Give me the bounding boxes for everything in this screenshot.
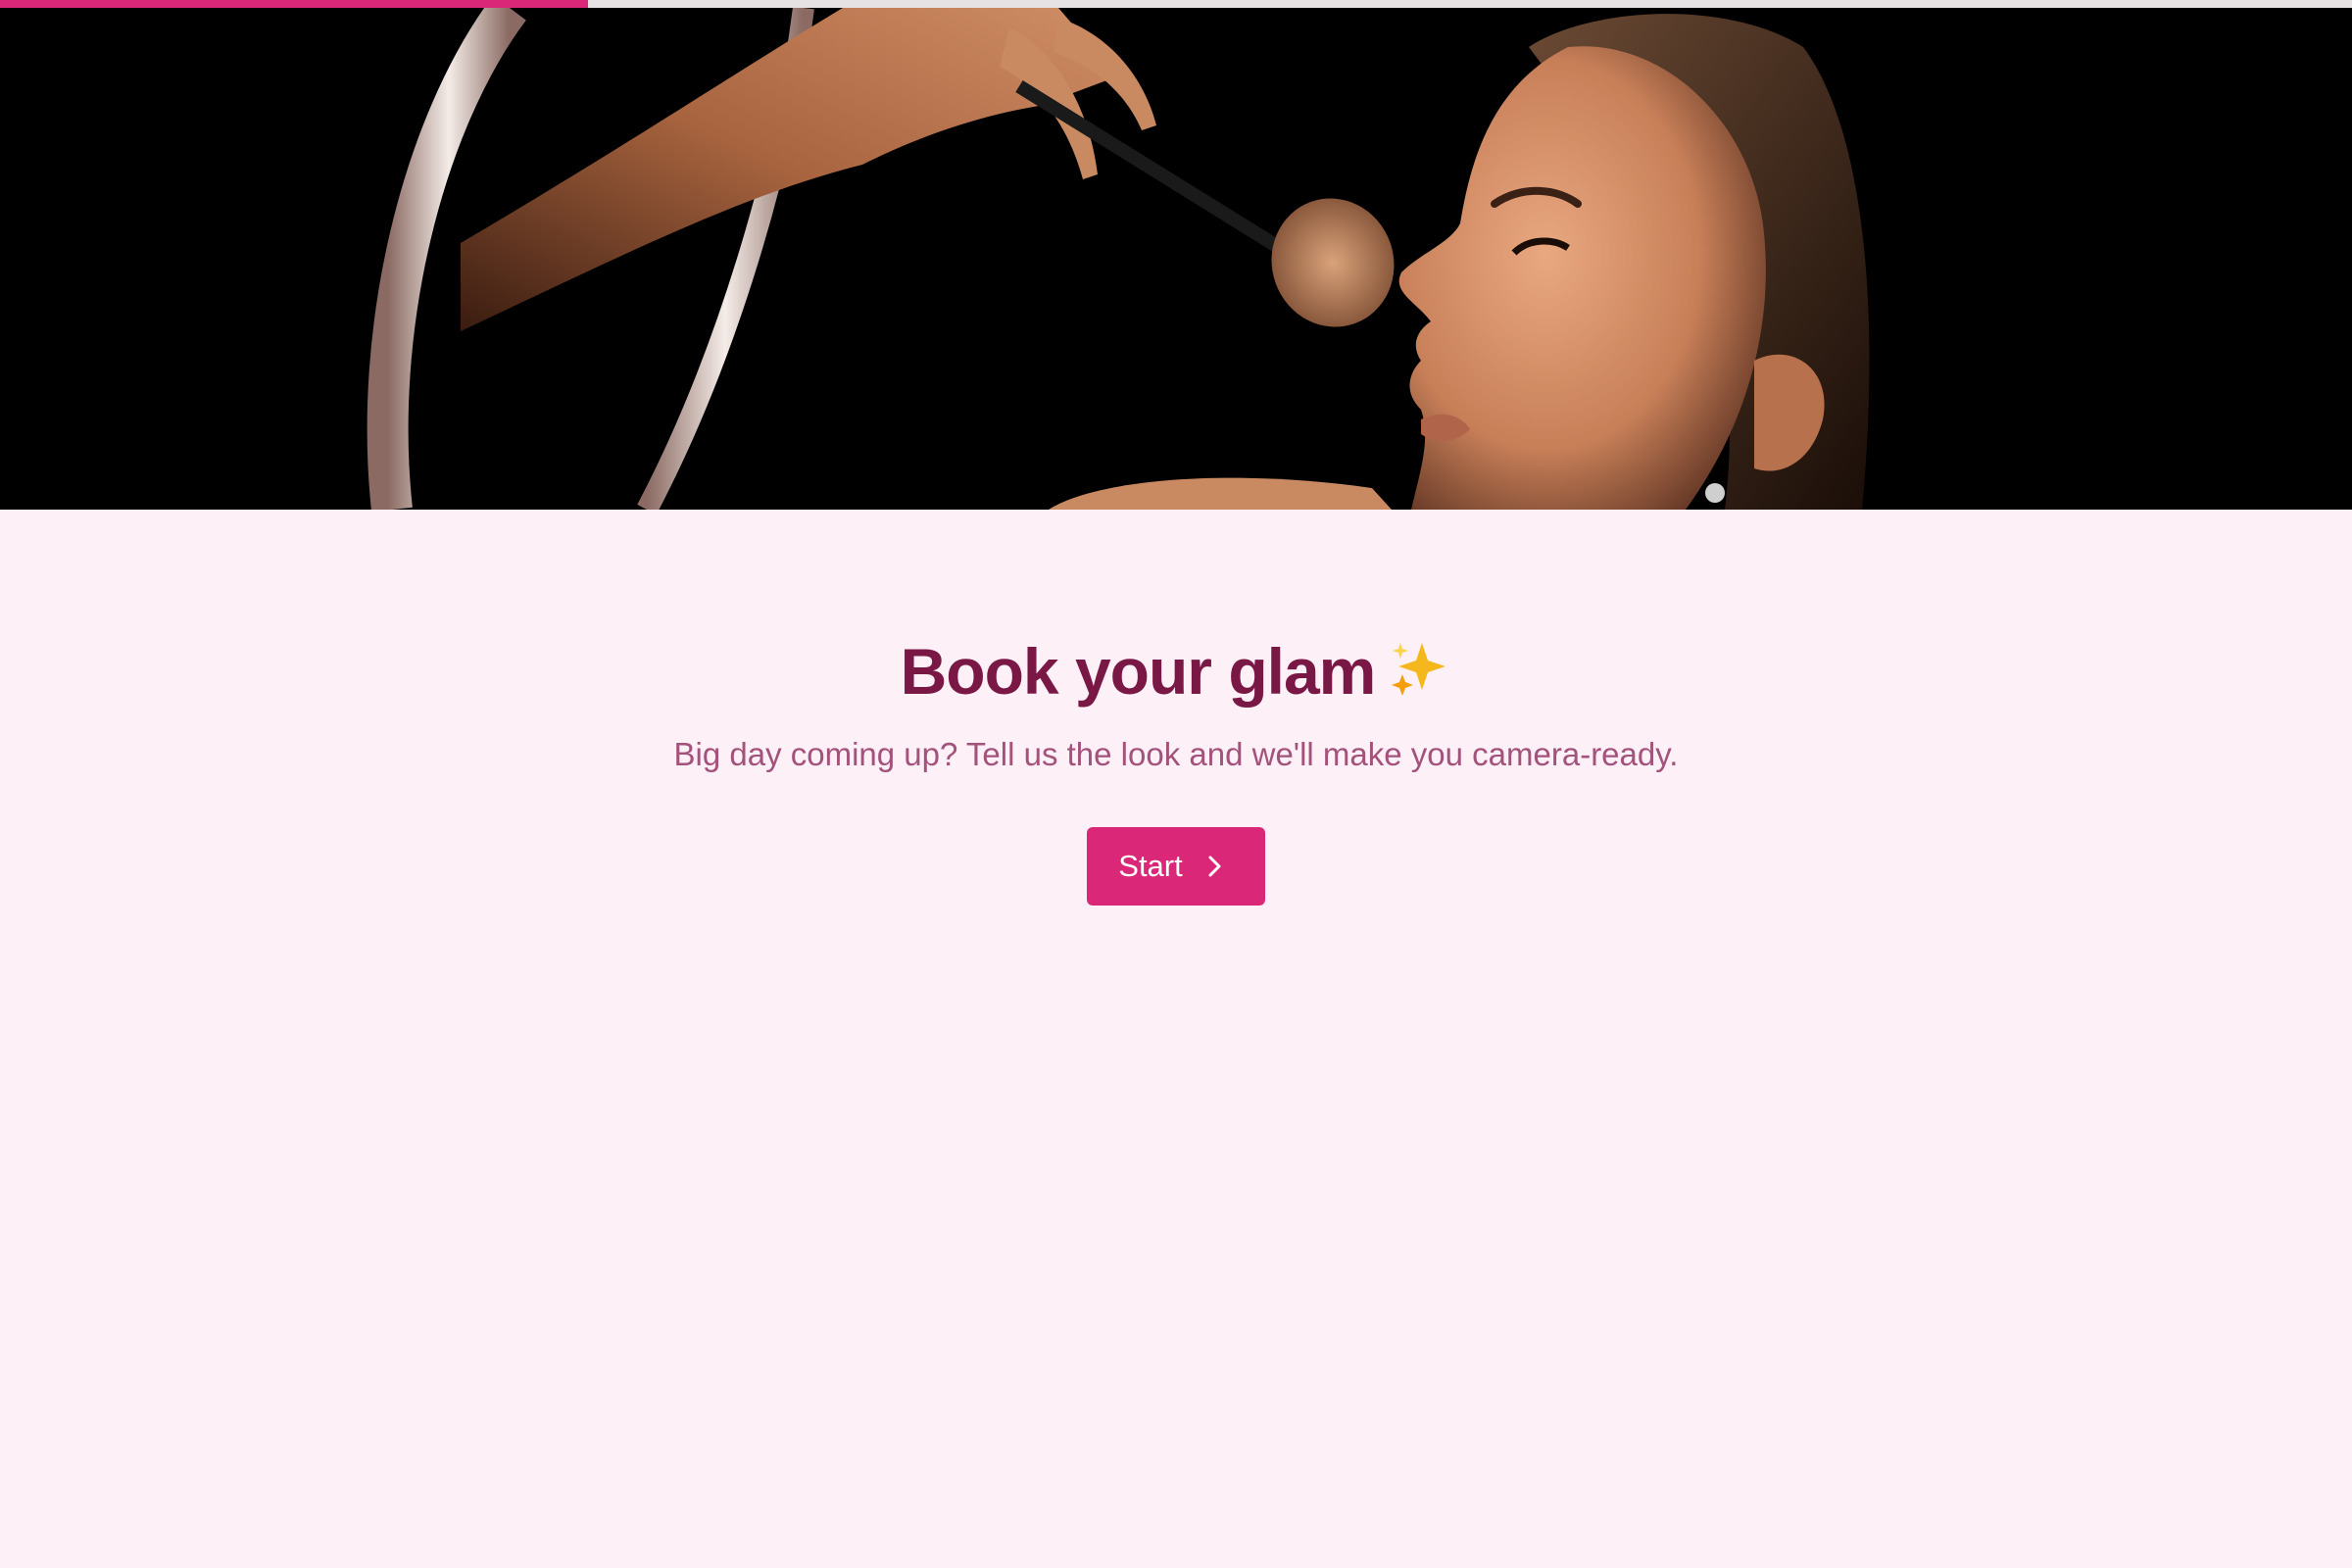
page-title: Book your glam bbox=[0, 633, 2352, 716]
progress-bar bbox=[0, 0, 2352, 8]
hero-image bbox=[0, 8, 2352, 510]
start-button[interactable]: Start bbox=[1087, 827, 1265, 906]
start-button-label: Start bbox=[1118, 849, 1183, 884]
sparkles-icon bbox=[1389, 637, 1451, 716]
page-title-text: Book your glam bbox=[900, 635, 1377, 708]
page-subtitle: Big day coming up? Tell us the look and … bbox=[673, 736, 1679, 773]
chevron-right-icon bbox=[1204, 854, 1226, 879]
makeup-artist-photo bbox=[0, 8, 2352, 510]
welcome-screen: Book your glam Big day coming up? Tell u… bbox=[0, 510, 2352, 906]
progress-bar-fill bbox=[0, 0, 588, 8]
